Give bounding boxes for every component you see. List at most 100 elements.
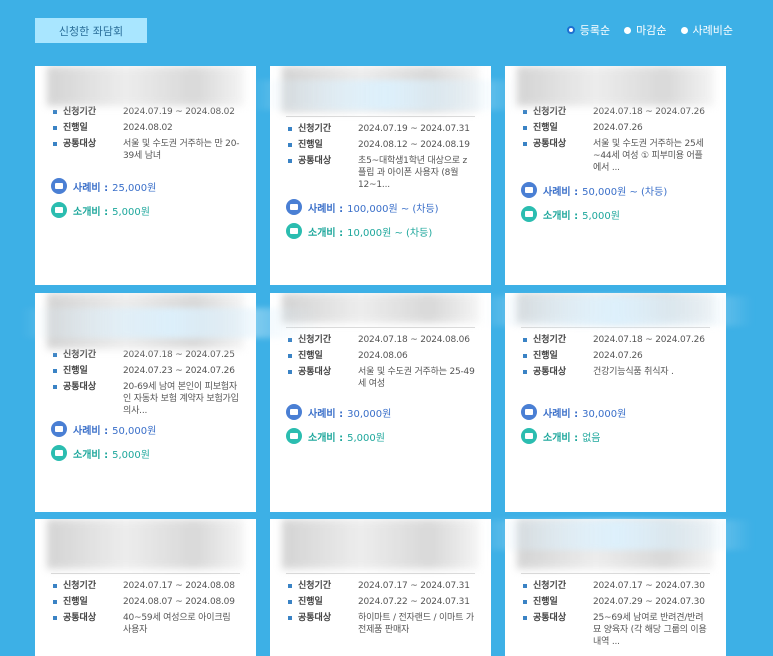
date-value: 2024.08.07 ~ 2024.08.09 [123,597,235,607]
date-value: 2024.07.26 [593,351,643,361]
referral-value: 5,000원 [112,206,150,218]
date-label: 진행일 [63,366,88,376]
target-value: 서울 및 수도권 거주하는 만 20-39세 남녀 [123,139,240,161]
fee-label: 사례비 : [543,408,579,420]
fee-value: 50,000원 ~ (차등) [582,186,668,198]
target-label: 공통대상 [63,139,97,149]
period-label: 신청기간 [63,107,97,117]
card-title-blurred [47,66,244,106]
period-value: 2024.07.18 ~ 2024.07.26 [593,335,705,345]
fee-icon [521,404,537,420]
period-label: 신청기간 [533,581,567,591]
period-value: 2024.07.18 ~ 2024.08.06 [358,335,470,345]
target-label: 공통대상 [298,367,332,377]
sort-options: 등록순 마감순 사례비순 [566,22,733,38]
referral-icon [51,445,67,461]
referral-value: 10,000원 ~ (차등) [347,227,433,239]
fee-label: 사례비 : [308,408,344,420]
date-label: 진행일 [533,351,558,361]
target-value: 서울 및 수도권 거주하는 25세~44세 여성 ① 피부미용 어플에서 ... [593,139,704,173]
fee-icon [521,182,537,198]
sort-label: 마감순 [636,24,667,37]
date-label: 진행일 [533,123,558,133]
period-value: 2024.07.18 ~ 2024.07.26 [593,107,705,117]
target-value: 20-69세 남여 본인이 피보험자인 자동차 보험 계약자 보험가입 의사..… [123,382,239,416]
fee-value: 25,000원 [112,182,157,194]
period-value: 2024.07.18 ~ 2024.07.25 [123,350,235,360]
target-label: 공통대상 [298,613,332,623]
referral-label: 소개비 : [543,210,579,222]
fee-icon [286,404,302,420]
target-label: 공통대상 [533,367,567,377]
radio-selected-icon [566,26,575,34]
fee-label: 사례비 : [73,182,109,194]
target-value: 하이마트 / 전자랜드 / 이마트 가전제품 판매자 [358,613,474,635]
date-value: 2024.08.02 [123,123,173,133]
period-value: 2024.07.17 ~ 2024.07.30 [593,581,705,591]
target-value: 건강기능식품 취식자 . [593,367,674,377]
blur-overlay [20,308,320,338]
referral-icon [286,223,302,239]
date-label: 진행일 [298,597,323,607]
fee-label: 사례비 : [543,186,579,198]
date-label: 진행일 [298,140,323,150]
date-value: 2024.08.06 [358,351,408,361]
fee-icon [51,421,67,437]
referral-label: 소개비 : [543,432,579,444]
fee-value: 50,000원 [112,425,157,437]
period-value: 2024.07.19 ~ 2024.08.02 [123,107,235,117]
target-label: 공통대상 [63,382,97,392]
date-value: 2024.07.29 ~ 2024.07.30 [593,597,705,607]
sort-label: 사례비순 [692,24,733,37]
discussion-card[interactable]: 신청기간 2024.07.17 ~ 2024.08.08 진행일 2024.08.0… [35,519,256,656]
sort-by-fee[interactable]: 사례비순 [680,22,733,38]
referral-icon [521,428,537,444]
fee-value: 30,000원 [347,408,392,420]
period-label: 신청기간 [533,335,567,345]
period-label: 신청기간 [63,581,97,591]
discussion-card[interactable]: 신청기간 2024.07.18 ~ 2024.07.26 진행일 2024.07.2… [505,66,726,285]
period-value: 2024.07.17 ~ 2024.07.31 [358,581,470,591]
target-label: 공통대상 [533,139,567,149]
referral-icon [521,206,537,222]
discussion-card[interactable]: 신청기간 2024.07.17 ~ 2024.07.31 진행일 2024.07.2… [270,519,491,656]
period-label: 신청기간 [298,581,332,591]
referral-icon [286,428,302,444]
fee-value: 100,000원 ~ (차등) [347,203,439,215]
period-label: 신청기간 [63,350,97,360]
referral-label: 소개비 : [73,206,109,218]
radio-icon [680,26,688,34]
sort-by-deadline[interactable]: 마감순 [624,22,667,38]
period-label: 신청기간 [298,124,332,134]
target-value: 25~69세 남여로 반려견/반려묘 양육자 (각 해당 그룹의 이용 내역 .… [593,613,707,647]
target-label: 공통대상 [63,613,97,623]
date-label: 진행일 [63,123,88,133]
fee-icon [51,178,67,194]
date-value: 2024.07.26 [593,123,643,133]
date-label: 진행일 [63,597,88,607]
blur-overlay [480,520,753,550]
target-label: 공통대상 [298,156,332,166]
discussion-card[interactable]: 신청기간 2024.07.19 ~ 2024.08.02 진행일 2024.08.0… [35,66,256,285]
fee-icon [286,199,302,215]
period-label: 신청기간 [533,107,567,117]
card-title-blurred [282,519,479,569]
referral-value: 5,000원 [582,210,620,222]
fee-value: 30,000원 [582,408,627,420]
referral-label: 소개비 : [308,227,344,239]
sort-label: 등록순 [579,24,611,37]
radio-icon [624,26,632,34]
fee-label: 사례비 : [308,203,344,215]
date-value: 2024.07.23 ~ 2024.07.26 [123,366,235,376]
period-value: 2024.07.17 ~ 2024.08.08 [123,581,235,591]
tab-applied-discussions[interactable]: 신청한 좌담회 [35,18,147,43]
target-value: 초5~대학생1학년 대상으로 z플립 과 아이폰 사용자 (8월 12~1... [358,156,468,190]
target-label: 공통대상 [533,613,567,623]
blur-overlay [480,296,753,326]
date-value: 2024.07.22 ~ 2024.07.31 [358,597,470,607]
referral-label: 소개비 : [308,432,344,444]
referral-label: 소개비 : [73,449,109,461]
fee-label: 사례비 : [73,425,109,437]
referral-value: 없음 [582,432,601,444]
sort-by-registration[interactable]: 등록순 [566,22,611,38]
